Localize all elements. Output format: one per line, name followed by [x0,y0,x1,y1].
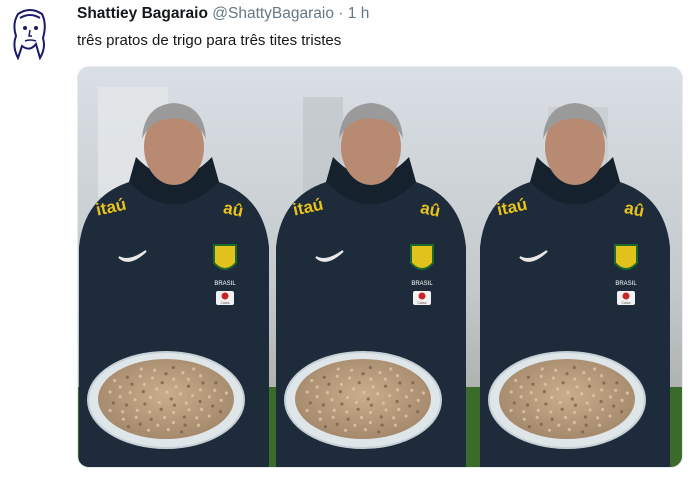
crest-text: BRASIL [411,281,433,287]
tweet-image[interactable]: itaú aû BRASIL Caixa itaú aû BRASIL Caixa itaú aû… [77,66,683,468]
timestamp[interactable]: 1 h [348,5,370,22]
display-name[interactable]: Shattiey Bagaraio [77,5,208,22]
sponsor-text-right: aû [623,198,646,221]
patch-text: Caixa [221,301,230,305]
patch-icon [622,292,630,300]
patch-text: Caixa [418,301,427,305]
crest-icon [410,244,434,270]
patch-icon [418,292,426,300]
crest-text: BRASIL [214,281,236,287]
crest-text: BRASIL [615,281,637,287]
separator: · [338,5,344,22]
crest-icon [213,244,237,270]
wheat-grains [295,359,431,439]
crest-icon [614,244,638,270]
patch-icon [221,292,229,300]
sponsor-text-right: aû [222,198,245,221]
tweet-text: três pratos de trigo para três tites tri… [77,32,342,49]
avatar-drawing [13,9,46,61]
wheat-grains [499,359,635,439]
handle[interactable]: @ShattyBagaraio [212,5,334,22]
sponsor-text-right: aû [419,198,442,221]
photo: itaú aûBRASILCaixaitaú aûBRASILCaixaitaú aû… [78,67,682,467]
avatar[interactable] [10,8,50,61]
patch-text: Caixa [622,301,631,305]
tweet-header: Shattiey Bagaraio @ShattyBagaraio · 1 h [77,5,369,23]
wheat-grains [98,359,234,439]
